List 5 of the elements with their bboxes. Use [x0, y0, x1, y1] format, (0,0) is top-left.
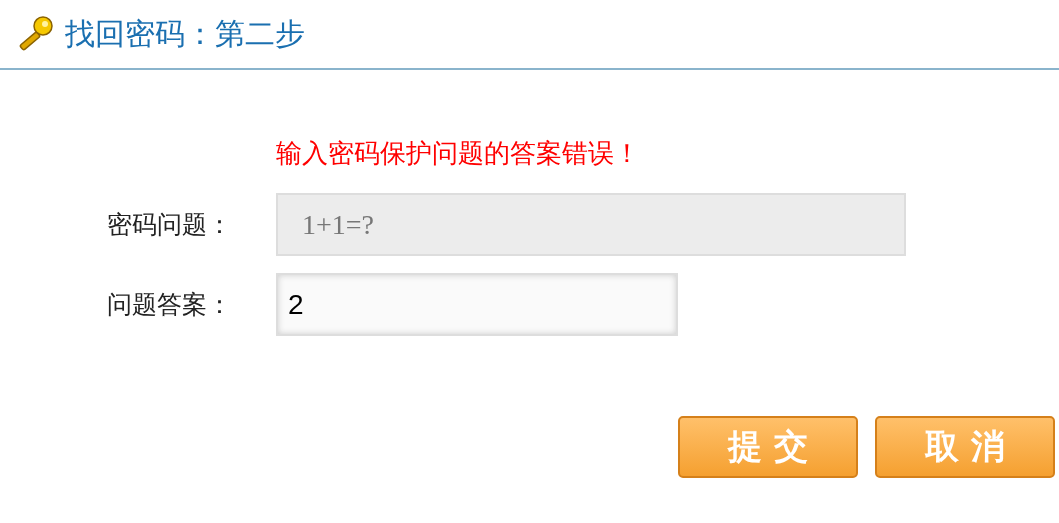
field-label: 密码问题： — [107, 209, 233, 241]
error-message: 输入密码保护问题的答案错误！ — [276, 137, 641, 170]
answer-field[interactable]: 2 — [276, 273, 678, 336]
page-title: 找回密码：第二步 — [65, 14, 305, 53]
field-label: 问题答案： — [107, 289, 233, 321]
